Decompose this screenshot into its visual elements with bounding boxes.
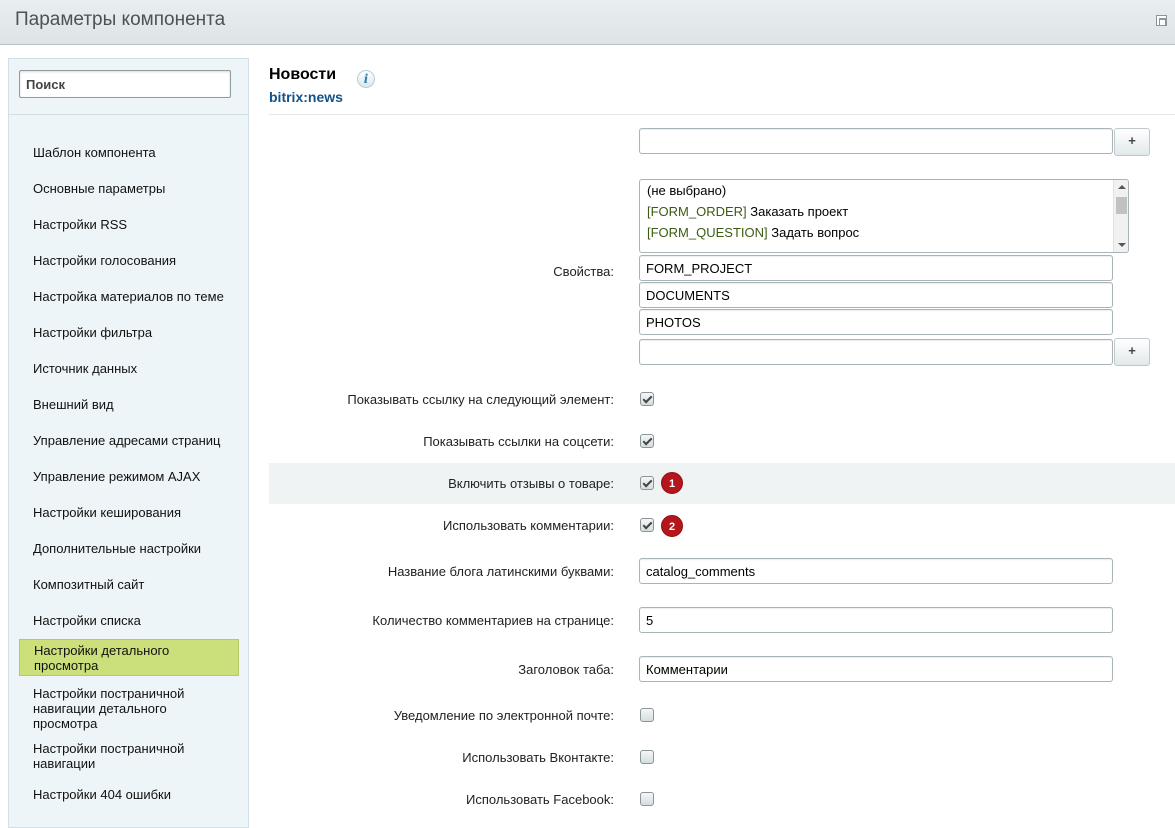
property-input[interactable] — [639, 255, 1113, 281]
component-name: Новости — [269, 66, 337, 83]
sidebar-item-label: Источник данных — [33, 360, 138, 376]
settings-content: Новости i bitrix:news + (не выбрано) [FO… — [269, 58, 1175, 818]
sidebar: Шаблон компонента Основные параметры Нас… — [8, 58, 249, 828]
step-badge: 1 — [661, 472, 683, 494]
listbox-scrollbar[interactable] — [1113, 180, 1128, 252]
sidebar-item-label: Управление режимом AJAX — [33, 468, 201, 484]
sidebar-item-appearance[interactable]: Внешний вид — [19, 396, 239, 412]
search-input[interactable] — [19, 70, 231, 98]
step-badge: 2 — [661, 515, 683, 537]
blog-name-label: Название блога латинскими буквами: — [387, 564, 614, 579]
sidebar-item-label: Настройки голосования — [33, 252, 177, 268]
sidebar-item-label: Шаблон компонента — [33, 144, 156, 160]
sidebar-item-label: Настройки постраничной навигации детальн… — [33, 685, 185, 731]
show-next-link-checkbox[interactable] — [640, 392, 654, 406]
sidebar-item-label: Композитный сайт — [33, 576, 145, 592]
sidebar-item-ajax[interactable]: Управление режимом AJAX — [19, 468, 239, 484]
tab-title-input[interactable] — [639, 656, 1113, 682]
show-social-links-checkbox[interactable] — [640, 434, 654, 448]
sidebar-item-composite[interactable]: Композитный сайт — [19, 576, 239, 592]
sidebar-item-label: Дополнительные настройки — [33, 540, 202, 556]
add-property-button[interactable]: + — [1114, 338, 1150, 366]
sidebar-item-label: Настройки RSS — [33, 216, 128, 232]
sidebar-item-detail[interactable]: Настройки детального просмотра — [19, 639, 239, 676]
email-notify-label: Уведомление по электронной почте: — [393, 708, 614, 723]
use-vk-label: Использовать Вконтакте: — [462, 750, 614, 765]
sidebar-item-label: Управление адресами страниц — [33, 432, 221, 448]
use-facebook-checkbox[interactable] — [640, 792, 654, 806]
sidebar-item-template[interactable]: Шаблон компонента — [19, 144, 239, 160]
scroll-up-icon[interactable] — [1118, 185, 1126, 189]
listbox-option[interactable]: [FORM_QUESTION] Задать вопрос — [640, 222, 1128, 243]
comments-per-page-input[interactable] — [639, 607, 1113, 633]
sidebar-item-cache[interactable]: Настройки кеширования — [19, 504, 239, 520]
sidebar-search — [9, 59, 248, 115]
sidebar-item-filter[interactable]: Настройки фильтра — [19, 324, 239, 340]
sidebar-item-rss[interactable]: Настройки RSS — [19, 216, 239, 232]
tab-title-label: Заголовок таба: — [518, 662, 614, 677]
sidebar-item-404[interactable]: Настройки 404 ошибки — [19, 786, 239, 802]
sidebar-item-label: Настройки кеширования — [33, 504, 182, 520]
properties-listbox[interactable]: (не выбрано) [FORM_ORDER] Заказать проек… — [639, 179, 1129, 253]
sidebar-item-voting[interactable]: Настройки голосования — [19, 252, 239, 268]
window-title: Параметры компонента — [15, 9, 226, 30]
maximize-icon[interactable] — [1156, 15, 1167, 26]
property-input[interactable] — [639, 339, 1113, 365]
sidebar-item-detail-pagination[interactable]: Настройки постраничной навигации детальн… — [19, 684, 239, 732]
sidebar-item-label: Настройки списка — [33, 612, 141, 628]
comments-per-page-label: Количество комментариев на странице: — [372, 613, 614, 628]
use-comments-checkbox[interactable] — [640, 518, 654, 532]
sidebar-item-related[interactable]: Настройка материалов по теме — [19, 288, 239, 304]
sidebar-item-label: Настройки детального просмотра — [34, 642, 170, 673]
add-value-button[interactable]: + — [1114, 128, 1150, 156]
sidebar-item-label: Основные параметры — [33, 180, 166, 196]
sidebar-item-label: Настройки фильтра — [33, 324, 153, 340]
sidebar-item-label: Настройки постраничной навигации — [33, 741, 185, 771]
window-titlebar: Параметры компонента — [0, 0, 1175, 45]
info-icon[interactable]: i — [357, 70, 375, 88]
enable-reviews-row — [269, 463, 1175, 504]
sidebar-item-label: Настройка материалов по теме — [33, 288, 224, 304]
sidebar-item-datasource[interactable]: Источник данных — [19, 360, 239, 376]
use-vk-checkbox[interactable] — [640, 750, 654, 764]
sidebar-item-label: Внешний вид — [33, 396, 114, 412]
property-input[interactable] — [639, 309, 1113, 335]
property-input[interactable] — [639, 282, 1113, 308]
enable-reviews-checkbox[interactable] — [640, 476, 654, 490]
sidebar-item-label: Настройки 404 ошибки — [33, 786, 171, 802]
show-social-links-label: Показывать ссылки на соцсети: — [423, 434, 614, 449]
sidebar-item-additional[interactable]: Дополнительные настройки — [19, 540, 239, 556]
listbox-option[interactable]: [FORM_ORDER] Заказать проект — [640, 201, 1128, 222]
sidebar-item-basic[interactable]: Основные параметры — [19, 180, 239, 196]
enable-reviews-label: Включить отзывы о товаре: — [448, 476, 614, 491]
sidebar-item-pagination[interactable]: Настройки постраничной навигации — [19, 740, 239, 772]
component-header: Новости i bitrix:news — [269, 58, 1175, 115]
use-facebook-label: Использовать Facebook: — [466, 792, 614, 807]
properties-label: Свойства: — [553, 264, 614, 279]
scroll-thumb[interactable] — [1116, 197, 1127, 214]
top-value-input[interactable] — [639, 128, 1113, 154]
use-comments-label: Использовать комментарии: — [442, 518, 614, 533]
sidebar-item-urls[interactable]: Управление адресами страниц — [19, 432, 239, 448]
listbox-option[interactable]: (не выбрано) — [640, 180, 1128, 201]
sidebar-item-list[interactable]: Настройки списка — [19, 612, 239, 628]
scroll-down-icon[interactable] — [1118, 243, 1126, 247]
email-notify-checkbox[interactable] — [640, 708, 654, 722]
show-next-link-label: Показывать ссылку на следующий элемент: — [347, 392, 614, 407]
blog-name-input[interactable] — [639, 558, 1113, 584]
component-code: bitrix:news — [269, 89, 343, 105]
